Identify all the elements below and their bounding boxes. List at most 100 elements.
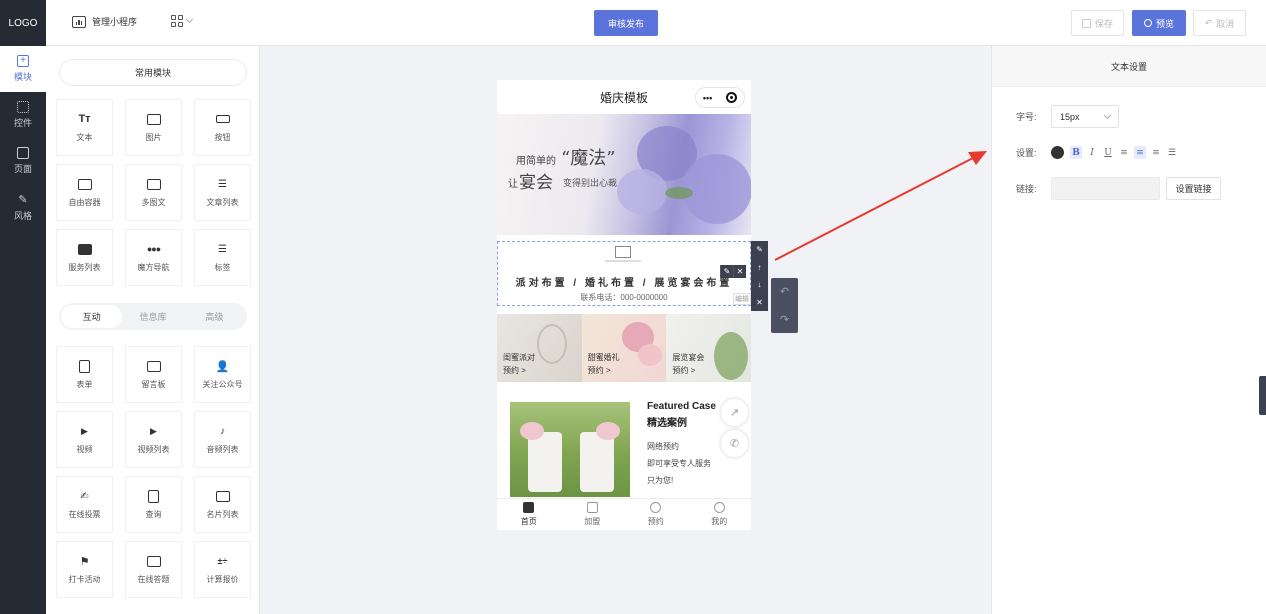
banner-magic: “魔法” — [561, 148, 616, 169]
close-mini-program-icon[interactable] — [726, 92, 738, 103]
vote-icon: ✍ — [80, 490, 89, 502]
capsule-menu[interactable]: ••• — [695, 87, 745, 108]
preview-button[interactable]: 预览 — [1132, 10, 1186, 36]
module-video[interactable]: ▶ 视频 — [56, 411, 113, 468]
module-label: 打卡活动 — [68, 575, 101, 584]
card-exhibition[interactable]: 展览宴会 预约 > — [666, 314, 751, 382]
preview-label: 预览 — [1155, 18, 1174, 29]
italic-icon[interactable]: I — [1086, 146, 1098, 159]
contact-phone[interactable]: 联系电话：000-0000000 — [498, 292, 750, 303]
brand-logo — [615, 246, 631, 258]
app-switcher[interactable] — [171, 15, 194, 27]
set-link-button[interactable]: 设置链接 — [1166, 177, 1221, 200]
message-board-icon — [146, 359, 162, 373]
close-icon[interactable]: ✕ — [756, 298, 763, 307]
more-icon[interactable]: ••• — [703, 93, 712, 103]
tab-label: 加盟 — [584, 517, 601, 526]
tab-info-library[interactable]: 信息库 — [122, 305, 183, 328]
publish-button[interactable]: 审核发布 — [594, 10, 658, 36]
tab-mine[interactable]: 我的 — [688, 499, 752, 530]
share-icon[interactable]: ↗ — [721, 399, 748, 426]
undo-redo-panel: ↶ ↷ — [771, 278, 798, 333]
module-message-board[interactable]: 留言板 — [125, 346, 182, 403]
align-center-icon[interactable]: ≡ — [1134, 146, 1146, 159]
underline-icon[interactable]: U — [1102, 146, 1114, 159]
module-article-list[interactable]: ☰ 文章列表 — [194, 164, 251, 221]
module-vote[interactable]: ✍ 在线投票 — [56, 476, 113, 533]
tab-interactive[interactable]: 互动 — [61, 305, 123, 328]
plus-square-icon: + — [17, 55, 29, 67]
rail-item-modules[interactable]: + 模块 — [0, 46, 46, 92]
rail-label: 模块 — [13, 72, 32, 82]
delete-icon[interactable]: ✕ — [733, 265, 746, 278]
module-cube-nav[interactable]: ●●● 魔方导航 — [125, 229, 182, 286]
list-icon[interactable]: ☰ — [1166, 146, 1178, 159]
module-calculator[interactable]: ±÷ 计算报价 — [194, 541, 251, 598]
logo: LOGO — [0, 0, 46, 46]
services-text[interactable]: 派对布置 / 婚礼布置 / 展览宴会布置 — [498, 274, 750, 289]
undo-icon[interactable]: ↶ — [780, 285, 789, 298]
module-follow-account[interactable]: 👤 关注公众号 — [194, 346, 251, 403]
align-left-icon[interactable]: ≡ — [1118, 146, 1130, 159]
block-tag[interactable]: 编辑 — [733, 293, 751, 305]
tab-home[interactable]: 首页 — [497, 499, 561, 530]
flower-decoration — [596, 422, 620, 440]
brand-logo-text — [605, 260, 641, 262]
card-book-link[interactable]: 预约 > — [503, 365, 526, 376]
font-size-select[interactable]: 15px — [1051, 105, 1119, 128]
module-container[interactable]: 自由容器 — [56, 164, 113, 221]
phone-call-icon[interactable]: ✆ — [721, 430, 748, 457]
move-down-icon[interactable]: ↓ — [758, 280, 762, 289]
module-label: 图片 — [145, 133, 162, 142]
featured-title-en: Featured Case — [647, 401, 716, 412]
manage-mini-program[interactable]: 管理小程序 — [72, 15, 137, 28]
module-tag[interactable]: ☰ 标签 — [194, 229, 251, 286]
rail-item-controls[interactable]: 控件 — [0, 92, 46, 138]
redo-icon[interactable]: ↷ — [780, 313, 789, 326]
rail-item-style[interactable]: ✎ 风格 — [0, 184, 46, 230]
bold-icon[interactable]: B — [1070, 146, 1082, 159]
module-text[interactable]: Tт 文本 — [56, 99, 113, 156]
tab-advanced[interactable]: 高级 — [184, 305, 245, 328]
featured-title-cn: 精选案例 — [647, 418, 687, 429]
module-image[interactable]: 图片 — [125, 99, 182, 156]
module-label: 关注公众号 — [202, 380, 243, 389]
tab-booking[interactable]: 预约 — [624, 499, 688, 530]
banner-feast: 宴会 — [519, 173, 553, 193]
module-button[interactable]: 按钮 — [194, 99, 251, 156]
module-video-list[interactable]: ▶ 视频列表 — [125, 411, 182, 468]
banner-image[interactable]: 用简单的 “魔法” 让 宴会 变得别出心裁 — [497, 114, 751, 235]
edit-icon[interactable]: ✎ — [720, 265, 733, 278]
align-right-icon[interactable]: ≡ — [1150, 146, 1162, 159]
module-form[interactable]: 表单 — [56, 346, 113, 403]
card-wedding[interactable]: 甜蜜婚礼 预约 > — [581, 314, 667, 382]
selected-text-block[interactable]: 派对布置 / 婚礼布置 / 展览宴会布置 联系电话：000-0000000 — [497, 241, 751, 306]
chevron-down-icon — [185, 15, 194, 24]
card-book-link[interactable]: 预约 > — [588, 365, 611, 376]
module-audio-list[interactable]: ♪ 音频列表 — [194, 411, 251, 468]
module-quiz[interactable]: 在线答题 — [125, 541, 182, 598]
module-multi-image[interactable]: 多图文 — [125, 164, 182, 221]
link-field[interactable] — [1051, 177, 1160, 200]
rail-item-pages[interactable]: 页面 — [0, 138, 46, 184]
cancel-button[interactable]: ↶ 取消 — [1193, 10, 1246, 36]
card-book-link[interactable]: 预约 > — [672, 365, 695, 376]
side-handle[interactable] — [1259, 376, 1266, 415]
service-list-icon — [77, 242, 93, 256]
move-up-icon[interactable]: ↑ — [758, 263, 762, 272]
save-button[interactable]: 保存 — [1071, 10, 1124, 36]
module-service-list[interactable]: 服务列表 — [56, 229, 113, 286]
link-icon[interactable]: ✎ — [756, 245, 763, 254]
common-module-grid: Tт 文本 图片 按钮 自由容器 多图文 ☰ 文章列表 服务列表 ●●● 魔方导航 ☰… — [56, 99, 252, 286]
module-card-list[interactable]: 名片列表 — [194, 476, 251, 533]
module-query[interactable]: 查询 — [125, 476, 182, 533]
clock-icon — [650, 502, 662, 513]
tab-join[interactable]: 加盟 — [561, 499, 625, 530]
banner-let: 让 — [508, 179, 518, 190]
featured-photo[interactable] — [510, 402, 630, 497]
text-color-swatch[interactable] — [1051, 146, 1064, 159]
module-label: 音频列表 — [206, 445, 239, 454]
featured-line: 即可享受专人服务 — [647, 459, 711, 468]
card-party[interactable]: 闺蜜派对 预约 > — [497, 314, 582, 382]
module-check-in[interactable]: ⚑ 打卡活动 — [56, 541, 113, 598]
